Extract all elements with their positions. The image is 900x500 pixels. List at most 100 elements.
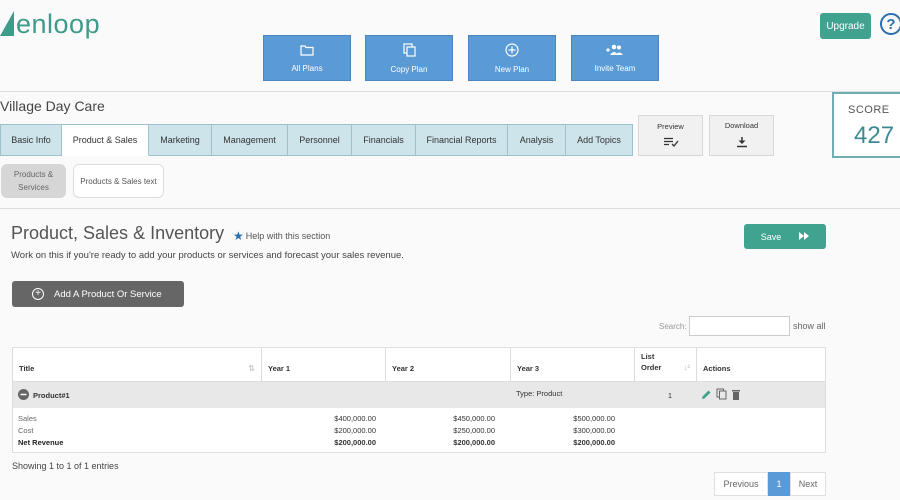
trash-icon[interactable] [731,389,741,402]
folder-icon [300,44,314,56]
invite-team-button[interactable]: Invite Team [571,35,659,81]
entries-info: Showing 1 to 1 of 1 entries [12,461,119,471]
all-plans-label: All Plans [291,63,323,73]
subtab-products-sales-text[interactable]: Products & Sales text [73,164,164,198]
download-button[interactable]: Download [709,115,774,156]
column-title-label: Title [19,364,35,373]
column-actions-label: Actions [703,364,731,373]
help-section-link[interactable]: ★ Help with this section [233,229,330,243]
table-header: Title ⇅ Year 1 Year 2 Year 3 List Order … [13,348,825,382]
column-year-1[interactable]: Year 1 [262,348,386,381]
all-plans-button[interactable]: All Plans [263,35,351,81]
add-product-button[interactable]: + Add A Product Or Service [12,281,184,307]
score-label: SCORE [848,104,890,116]
column-list-order-label: List Order [641,352,662,372]
search-label: Search: [659,322,687,331]
copy-icon [402,42,416,57]
sales-year-3: $500,000.00 [573,414,615,423]
tab-financials[interactable]: Financials [352,124,416,156]
preview-label: Preview [657,122,684,131]
cost-year-1: $200,000.00 [334,426,376,435]
fast-forward-icon [799,231,810,242]
sort-numeric-icon: ↓² [683,363,690,372]
add-product-label: Add A Product Or Service [54,288,162,300]
section-description: Work on this if you're ready to add your… [11,250,404,261]
column-year-2-label: Year 2 [392,364,415,373]
row-label-net-revenue: Net Revenue [18,438,64,447]
column-actions: Actions [697,348,825,381]
previous-page-button[interactable]: Previous [714,472,768,496]
plan-title: Village Day Care [0,98,105,114]
sort-icon: ⇅ [248,364,255,373]
collapse-icon[interactable] [18,388,29,402]
page-1-button[interactable]: 1 [768,472,790,496]
tab-analysis[interactable]: Analysis [508,124,566,156]
save-button[interactable]: Save [744,224,826,249]
row-label-cost: Cost [18,426,34,435]
new-plan-button[interactable]: New Plan [468,35,556,81]
tab-basic-info[interactable]: Basic Info [0,124,62,156]
tab-personnel[interactable]: Personnel [288,124,352,156]
product-title-cell: Product#1 [13,382,262,408]
copy-plan-label: Copy Plan [390,64,428,74]
net-revenue-year-1: $200,000.00 [334,438,376,447]
add-users-icon [606,44,624,56]
enloop-logo[interactable]: enloop [0,6,100,42]
product-name: Product#1 [33,390,70,400]
column-title[interactable]: Title ⇅ [13,348,262,381]
copy-icon[interactable] [716,388,727,402]
help-icon[interactable]: ? [880,13,900,35]
edit-icon[interactable] [701,389,712,402]
product-list-order: 1 [667,390,673,400]
column-year-3[interactable]: Year 3 [511,348,635,381]
table-row[interactable]: Product#1 Type: Product 1 [13,382,825,408]
tab-product-sales[interactable]: Product & Sales [62,124,149,156]
net-revenue-year-3: $200,000.00 [573,438,615,447]
checklist-icon [663,137,679,149]
subtab-products-services[interactable]: Products & Services [1,164,66,198]
cost-year-3: $300,000.00 [573,426,615,435]
logo-mark-icon [0,11,14,37]
product-type: Type: Product [516,389,563,398]
cost-year-2: $250,000.00 [453,426,495,435]
product-detail: Sales Cost Net Revenue $400,000.00 $450,… [13,408,825,452]
row-label-sales: Sales [18,414,37,423]
section-title: Product, Sales & Inventory [11,223,225,243]
logo-text: enloop [16,8,101,39]
column-year-1-label: Year 1 [268,364,291,373]
plus-circle-icon [505,42,519,57]
actions-cell [697,382,825,408]
upgrade-button[interactable]: Upgrade [820,13,871,39]
column-year-3-label: Year 3 [517,364,540,373]
help-link-label: Help with this section [245,231,331,241]
tab-management[interactable]: Management [212,124,288,156]
new-plan-label: New Plan [494,64,530,74]
content-divider [0,208,900,209]
score-box: SCORE 427 [832,92,900,158]
sales-year-2: $450,000.00 [453,414,495,423]
download-label: Download [724,121,759,130]
tab-add-topics[interactable]: Add Topics [566,124,633,156]
column-year-2[interactable]: Year 2 [386,348,511,381]
save-label: Save [760,231,782,242]
score-value: 427 [854,122,895,149]
download-icon [736,136,748,150]
empty-cell [262,382,511,408]
preview-button[interactable]: Preview [638,115,703,156]
star-icon: ★ [233,229,244,243]
sales-year-1: $400,000.00 [334,414,376,423]
plus-circle-icon: + [32,288,44,300]
pagination: Previous 1 Next [714,472,826,496]
net-revenue-year-2: $200,000.00 [453,438,495,447]
show-all-link[interactable]: show all [793,321,826,331]
tab-marketing[interactable]: Marketing [149,124,212,156]
search-input[interactable] [689,316,790,336]
next-page-button[interactable]: Next [790,472,826,496]
tab-financial-reports[interactable]: Financial Reports [416,124,508,156]
header-divider [0,91,900,92]
invite-team-label: Invite Team [594,63,636,73]
copy-plan-button[interactable]: Copy Plan [365,35,453,81]
column-list-order[interactable]: List Order ↓² [635,348,697,381]
section-tabs: Basic Info Product & Sales Marketing Man… [0,124,633,156]
products-table: Title ⇅ Year 1 Year 2 Year 3 List Order … [12,347,826,453]
